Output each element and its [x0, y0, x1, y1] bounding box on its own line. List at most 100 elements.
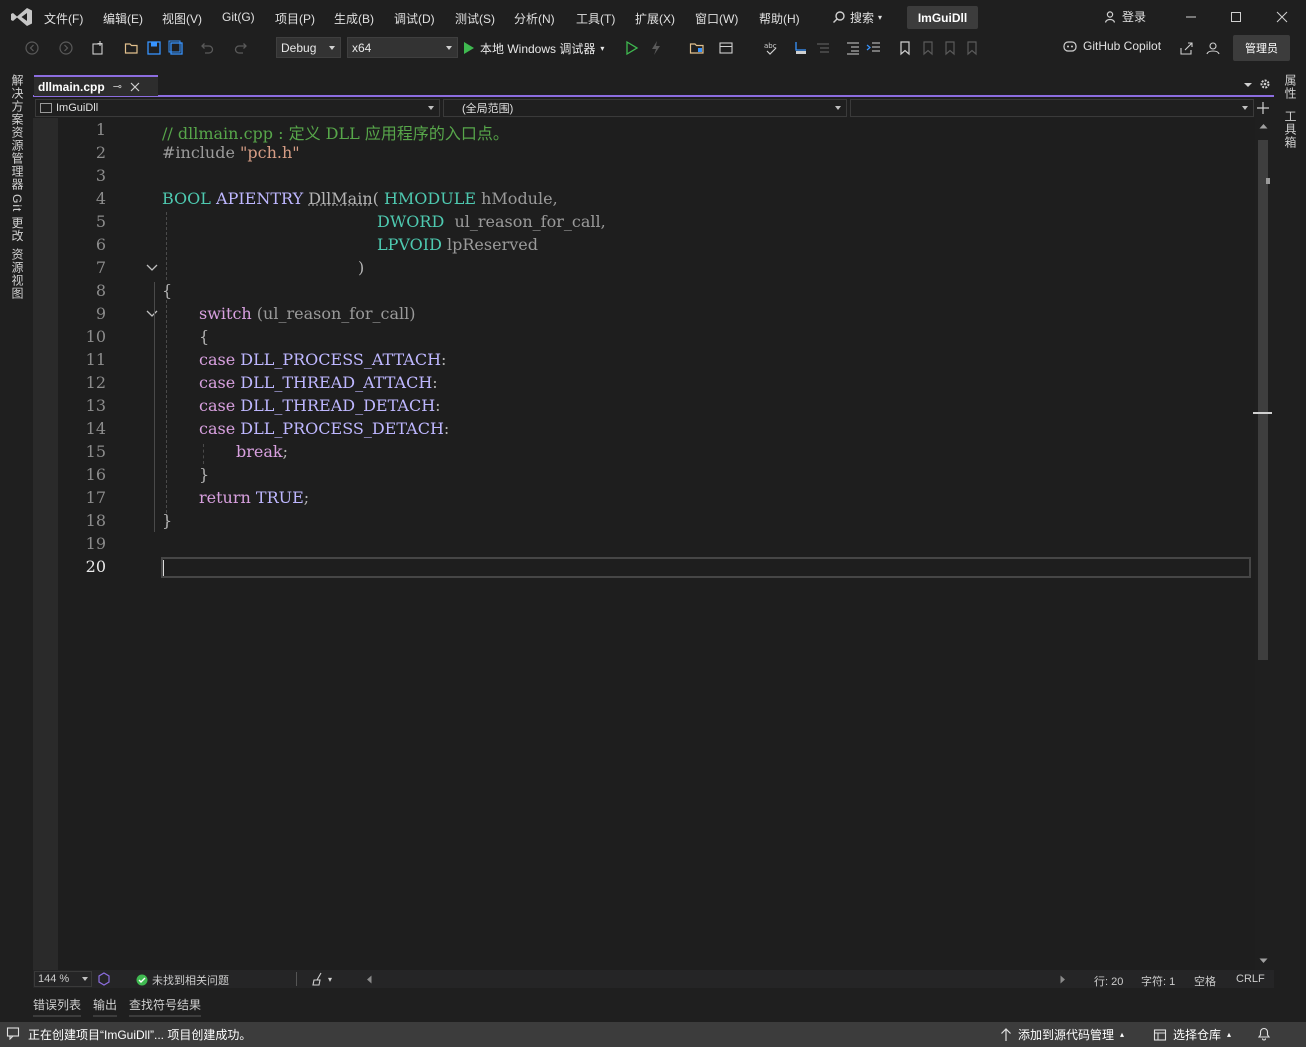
tab-output[interactable]: 输出: [93, 996, 117, 1013]
next-bookmark-icon[interactable]: [942, 40, 958, 56]
toolbox-tab[interactable]: 工具箱: [1282, 110, 1299, 149]
visual-studio-logo-icon[interactable]: [10, 7, 34, 27]
code-cleanup-button[interactable]: ▾: [311, 972, 332, 986]
menu-test[interactable]: 测试(S): [455, 10, 495, 27]
line-number: 14: [85, 419, 106, 438]
notification-message-icon[interactable]: [6, 1026, 20, 1040]
tab-underline: [33, 1015, 81, 1017]
git-changes-tab[interactable]: Git 更改: [9, 194, 26, 243]
minimize-icon[interactable]: [1181, 8, 1201, 26]
menu-git[interactable]: Git(G): [222, 10, 255, 24]
solution-explorer-tab[interactable]: 解决方案资源管理器: [9, 74, 26, 191]
select-repository-button[interactable]: 选择仓库 ▴: [1153, 1026, 1231, 1043]
login-button[interactable]: 登录: [1104, 8, 1146, 25]
indentation-mode[interactable]: 空格: [1194, 973, 1216, 989]
navigate-forward-icon[interactable]: [58, 40, 74, 56]
broom-icon: [311, 972, 325, 986]
open-folder-icon[interactable]: [124, 40, 140, 56]
indent-guide: [166, 212, 167, 280]
tab-underline: [129, 1015, 201, 1017]
menu-edit[interactable]: 编辑(E): [103, 10, 143, 27]
code-line-9: switch (ul_reason_for_call): [199, 304, 415, 323]
menu-help[interactable]: 帮助(H): [759, 10, 800, 27]
undo-icon[interactable]: [199, 40, 215, 56]
code-editor[interactable]: [33, 118, 1255, 970]
menu-project[interactable]: 项目(P): [275, 10, 315, 27]
intellicode-icon[interactable]: [97, 972, 111, 986]
menu-file[interactable]: 文件(F): [44, 10, 83, 27]
indent-icon[interactable]: [866, 40, 882, 56]
menu-view[interactable]: 视图(V): [162, 10, 202, 27]
menu-analyze[interactable]: 分析(N): [514, 10, 555, 27]
document-tab-dllmain[interactable]: dllmain.cpp ⊸: [34, 75, 158, 96]
collapse-function-icon[interactable]: [146, 263, 158, 273]
properties-tab[interactable]: 属性: [1282, 74, 1299, 100]
macro-token: TRUE: [255, 488, 304, 507]
right-tool-rail: 属性 工具箱: [1274, 70, 1306, 1022]
menu-debug[interactable]: 调试(D): [394, 10, 435, 27]
source-control-label: 添加到源代码管理: [1018, 1028, 1115, 1042]
tab-list-dropdown-icon[interactable]: [1243, 80, 1253, 90]
close-tab-icon[interactable]: [130, 82, 140, 92]
indicator-margin[interactable]: [33, 118, 58, 970]
preprocessor-directive: #include: [162, 143, 241, 162]
parameter-token: ul_reason_for_call,: [444, 212, 606, 231]
outdent-icon[interactable]: [845, 40, 861, 56]
char-position[interactable]: 字符: 1: [1141, 973, 1175, 989]
menu-build[interactable]: 生成(B): [334, 10, 374, 27]
share-icon[interactable]: [1179, 40, 1195, 56]
start-debugging-button[interactable]: 本地 Windows 调试器 ▾: [463, 38, 604, 58]
maximize-icon[interactable]: [1226, 8, 1246, 26]
class-view-icon[interactable]: [718, 40, 734, 56]
comment-lines-icon[interactable]: [815, 40, 831, 56]
search-button[interactable]: 搜索 ▾: [832, 8, 882, 26]
start-without-debugging-icon[interactable]: [624, 40, 640, 56]
clear-bookmarks-icon[interactable]: [964, 40, 980, 56]
resource-view-tab[interactable]: 资源视图: [9, 248, 26, 300]
notifications-bell-icon[interactable]: [1256, 1025, 1272, 1041]
solution-explorer-icon[interactable]: [689, 40, 705, 56]
scroll-down-icon[interactable]: [1259, 958, 1268, 964]
step-into-icon[interactable]: [793, 40, 809, 56]
solution-configuration-select[interactable]: Debug: [276, 37, 341, 58]
prev-bookmark-icon[interactable]: [920, 40, 936, 56]
scroll-left-icon[interactable]: [366, 975, 372, 984]
administrator-badge[interactable]: 管理员: [1233, 35, 1290, 61]
spell-check-icon[interactable]: abc: [763, 40, 779, 56]
menu-tools[interactable]: 工具(T): [576, 10, 615, 27]
zoom-level-select[interactable]: 144 %: [34, 971, 92, 987]
add-to-source-control-button[interactable]: 添加到源代码管理 ▴: [1000, 1026, 1124, 1043]
menu-extensions[interactable]: 扩展(X): [635, 10, 675, 27]
hot-reload-icon[interactable]: [648, 40, 664, 56]
bookmark-icon[interactable]: [897, 40, 913, 56]
tab-find-symbol-results[interactable]: 查找符号结果: [129, 996, 201, 1013]
new-item-icon[interactable]: [90, 40, 106, 56]
pin-icon[interactable]: ⊸: [113, 80, 122, 93]
function-name-token: DllMain: [308, 189, 373, 208]
redo-icon[interactable]: [233, 40, 249, 56]
tab-error-list[interactable]: 错误列表: [33, 996, 81, 1013]
scroll-right-icon[interactable]: [1060, 975, 1066, 984]
line-position[interactable]: 行: 20: [1094, 973, 1123, 989]
feedback-icon[interactable]: [1205, 40, 1221, 56]
split-window-icon[interactable]: [1256, 101, 1270, 115]
solution-name-badge[interactable]: ImGuiDll: [907, 6, 978, 29]
scrollbar-thumb[interactable]: [1258, 140, 1268, 660]
save-icon[interactable]: [146, 40, 162, 56]
save-all-icon[interactable]: [168, 40, 184, 56]
platform-value: x64: [352, 40, 372, 55]
collapse-switch-icon[interactable]: [146, 309, 158, 319]
project-scope-select[interactable]: ImGuiDll: [35, 99, 440, 117]
settings-gear-icon[interactable]: [1259, 78, 1271, 90]
solution-platform-select[interactable]: x64: [347, 37, 458, 58]
issues-indicator[interactable]: 未找到相关问题: [136, 972, 229, 988]
member-scope-select[interactable]: [850, 99, 1254, 117]
type-scope-select[interactable]: (全局范围): [443, 99, 847, 117]
menu-window[interactable]: 窗口(W): [695, 10, 738, 27]
scroll-up-icon[interactable]: [1259, 123, 1268, 129]
line-ending-mode[interactable]: CRLF: [1236, 973, 1265, 985]
navigate-back-icon[interactable]: [24, 40, 40, 56]
type-token: HMODULE: [383, 189, 477, 208]
close-window-icon[interactable]: [1272, 8, 1292, 26]
github-copilot-button[interactable]: GitHub Copilot: [1062, 39, 1161, 53]
